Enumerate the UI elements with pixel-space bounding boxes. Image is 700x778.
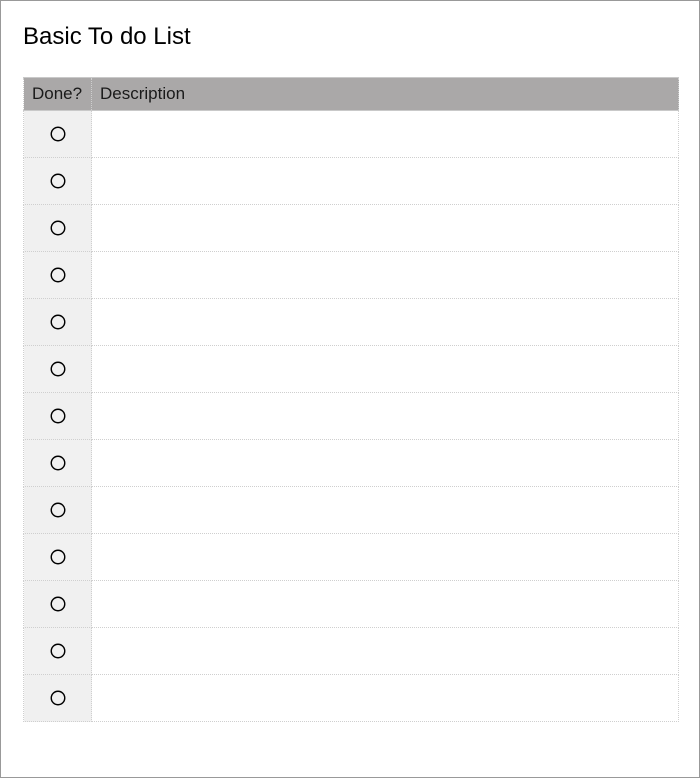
table-row [24, 111, 679, 158]
description-input[interactable] [100, 675, 670, 721]
description-cell [92, 158, 679, 205]
done-cell[interactable] [24, 299, 92, 346]
description-input[interactable] [100, 205, 670, 251]
circle-icon [49, 454, 67, 472]
todo-table: Done? Description [23, 77, 679, 722]
description-cell [92, 487, 679, 534]
circle-icon [49, 501, 67, 519]
table-row [24, 205, 679, 252]
description-input[interactable] [100, 534, 670, 580]
description-input[interactable] [100, 346, 670, 392]
circle-icon [49, 172, 67, 190]
description-cell [92, 534, 679, 581]
done-cell[interactable] [24, 534, 92, 581]
description-input[interactable] [100, 111, 670, 157]
column-header-description: Description [92, 78, 679, 111]
description-input[interactable] [100, 252, 670, 298]
circle-icon [49, 642, 67, 660]
circle-icon [49, 407, 67, 425]
description-cell [92, 252, 679, 299]
done-cell[interactable] [24, 675, 92, 722]
table-row [24, 581, 679, 628]
done-cell[interactable] [24, 158, 92, 205]
description-cell [92, 581, 679, 628]
done-cell[interactable] [24, 346, 92, 393]
circle-icon [49, 548, 67, 566]
description-cell [92, 628, 679, 675]
description-cell [92, 440, 679, 487]
table-body [24, 111, 679, 722]
table-header-row: Done? Description [24, 78, 679, 111]
done-cell[interactable] [24, 111, 92, 158]
table-row [24, 158, 679, 205]
page-title: Basic To do List [23, 23, 679, 51]
done-cell[interactable] [24, 205, 92, 252]
description-cell [92, 205, 679, 252]
column-header-done: Done? [24, 78, 92, 111]
circle-icon [49, 266, 67, 284]
circle-icon [49, 360, 67, 378]
description-cell [92, 393, 679, 440]
table-row [24, 252, 679, 299]
circle-icon [49, 219, 67, 237]
table-row [24, 534, 679, 581]
description-cell [92, 111, 679, 158]
todo-list-page: Basic To do List Done? Description [0, 0, 700, 778]
done-cell[interactable] [24, 581, 92, 628]
description-input[interactable] [100, 393, 670, 439]
description-input[interactable] [100, 628, 670, 674]
description-input[interactable] [100, 487, 670, 533]
description-input[interactable] [100, 158, 670, 204]
description-input[interactable] [100, 581, 670, 627]
table-row [24, 393, 679, 440]
table-row [24, 487, 679, 534]
done-cell[interactable] [24, 252, 92, 299]
circle-icon [49, 125, 67, 143]
description-input[interactable] [100, 299, 670, 345]
circle-icon [49, 689, 67, 707]
description-input[interactable] [100, 440, 670, 486]
table-row [24, 346, 679, 393]
done-cell[interactable] [24, 393, 92, 440]
table-row [24, 628, 679, 675]
circle-icon [49, 595, 67, 613]
table-row [24, 299, 679, 346]
table-row [24, 440, 679, 487]
done-cell[interactable] [24, 440, 92, 487]
done-cell[interactable] [24, 487, 92, 534]
description-cell [92, 299, 679, 346]
description-cell [92, 675, 679, 722]
done-cell[interactable] [24, 628, 92, 675]
table-row [24, 675, 679, 722]
circle-icon [49, 313, 67, 331]
description-cell [92, 346, 679, 393]
